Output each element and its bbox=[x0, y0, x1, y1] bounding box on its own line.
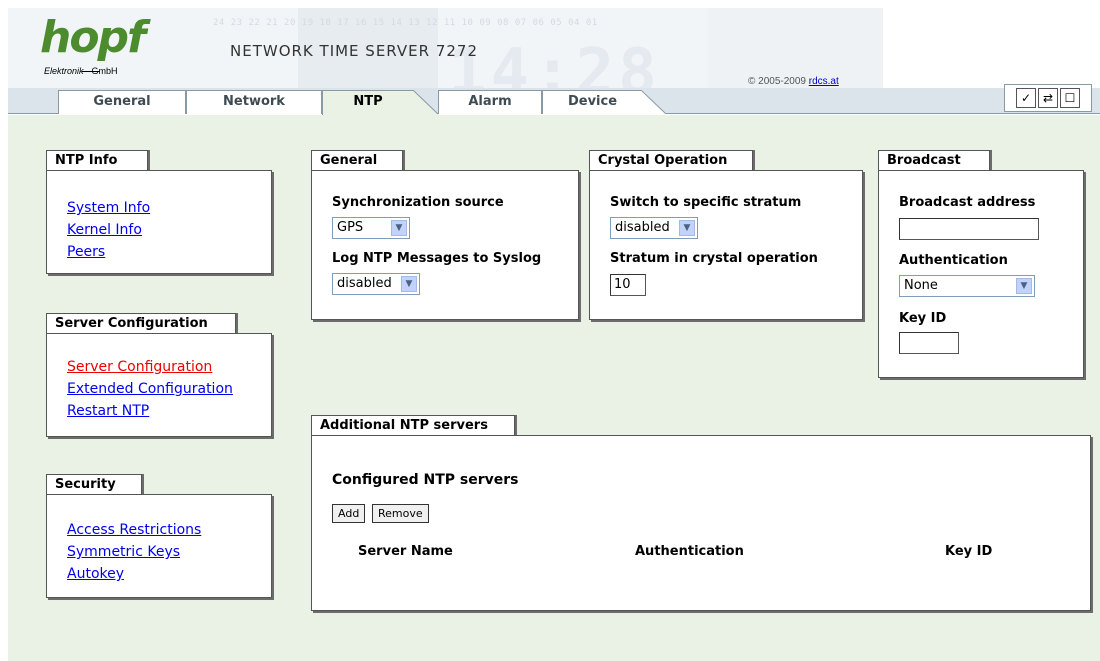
additional-panel-title: Additional NTP servers bbox=[311, 415, 515, 435]
authentication-value: None bbox=[904, 278, 938, 293]
logo-word: hopf bbox=[40, 12, 146, 63]
additional-servers-panel: Configured NTP servers Add Remove Server… bbox=[311, 435, 1091, 611]
broadcast-address-label: Broadcast address bbox=[899, 195, 1036, 210]
server-config-panel-title: Server Configuration bbox=[46, 313, 236, 333]
log-syslog-label: Log NTP Messages to Syslog bbox=[332, 251, 542, 266]
broadcast-address-input[interactable] bbox=[899, 218, 1039, 240]
link-peers[interactable]: Peers bbox=[67, 241, 271, 263]
link-autokey[interactable]: Autokey bbox=[67, 563, 271, 585]
link-access-restrictions[interactable]: Access Restrictions bbox=[67, 519, 271, 541]
ntp-info-panel-title: NTP Info bbox=[46, 150, 148, 170]
tab-network[interactable]: Network bbox=[186, 90, 322, 114]
security-panel-title: Security bbox=[46, 474, 142, 494]
switch-stratum-select[interactable]: disabled ▼ bbox=[610, 217, 698, 239]
switch-stratum-label: Switch to specific stratum bbox=[610, 195, 802, 210]
content-area: NTP Info System Info Kernel Info Peers S… bbox=[8, 115, 1100, 661]
tab-alarm[interactable]: Alarm bbox=[438, 90, 542, 114]
link-restart-ntp[interactable]: Restart NTP bbox=[67, 400, 271, 422]
key-id-label: Key ID bbox=[899, 311, 947, 326]
tab-device[interactable]: Device bbox=[542, 90, 642, 114]
crystal-panel-title: Crystal Operation bbox=[589, 150, 753, 170]
column-authentication: Authentication bbox=[635, 544, 744, 559]
configured-servers-heading: Configured NTP servers bbox=[332, 472, 519, 488]
authentication-select[interactable]: None ▼ bbox=[899, 275, 1035, 297]
server-config-panel: Server Configuration Extended Configurat… bbox=[46, 333, 272, 437]
column-key-id: Key ID bbox=[945, 544, 993, 559]
sync-source-select[interactable]: GPS ▼ bbox=[332, 217, 410, 239]
crystal-stratum-input[interactable]: 10 bbox=[610, 274, 646, 296]
ntp-info-panel: System Info Kernel Info Peers bbox=[46, 170, 272, 274]
key-id-input[interactable] bbox=[899, 332, 959, 354]
tab-ntp-label: NTP bbox=[353, 94, 383, 109]
link-symmetric-keys[interactable]: Symmetric Keys bbox=[67, 541, 271, 563]
logo-sub-right: GmbH bbox=[91, 66, 118, 76]
main-tab-bar: General Network NTP Alarm Device bbox=[8, 88, 1100, 115]
toolbar-icons: ✓ ⇄ ☐ bbox=[1004, 84, 1092, 112]
copyright: © 2005-2009 rdcs.at bbox=[748, 76, 839, 87]
chevron-down-icon: ▼ bbox=[1016, 278, 1032, 294]
switch-stratum-value: disabled bbox=[615, 220, 670, 235]
link-server-configuration[interactable]: Server Configuration bbox=[67, 356, 271, 378]
log-syslog-value: disabled bbox=[337, 276, 392, 291]
security-panel: Access Restrictions Symmetric Keys Autok… bbox=[46, 494, 272, 598]
crystal-panel: Switch to specific stratum disabled ▼ St… bbox=[589, 170, 863, 320]
logo-subtitle: Elektronik GmbH bbox=[44, 66, 118, 76]
broadcast-panel-title: Broadcast bbox=[878, 150, 990, 170]
general-panel: Synchronization source GPS ▼ Log NTP Mes… bbox=[311, 170, 579, 320]
product-title: NETWORK TIME SERVER 7272 bbox=[230, 42, 479, 60]
copyright-text: © 2005-2009 bbox=[748, 76, 806, 87]
link-kernel-info[interactable]: Kernel Info bbox=[67, 219, 271, 241]
header-bg-clock: 14:28 bbox=[448, 36, 661, 88]
chevron-down-icon: ▼ bbox=[401, 276, 417, 292]
tab-ntp-slant bbox=[413, 90, 439, 115]
sync-source-label: Synchronization source bbox=[332, 195, 504, 210]
remove-button[interactable]: Remove bbox=[372, 504, 429, 523]
sync-source-value: GPS bbox=[337, 220, 364, 235]
link-system-info[interactable]: System Info bbox=[67, 197, 271, 219]
hopf-logo: hopf Elektronik GmbH bbox=[32, 12, 172, 78]
broadcast-panel: Broadcast address Authentication None ▼ … bbox=[878, 170, 1084, 378]
logo-sub-left: Elektronik bbox=[44, 66, 84, 76]
log-syslog-select[interactable]: disabled ▼ bbox=[332, 273, 420, 295]
general-panel-title: General bbox=[311, 150, 403, 170]
tab-general[interactable]: General bbox=[58, 90, 186, 114]
crystal-stratum-label: Stratum in crystal operation bbox=[610, 251, 818, 266]
copyright-link[interactable]: rdcs.at bbox=[809, 76, 839, 87]
chevron-down-icon: ▼ bbox=[679, 220, 695, 236]
tab-ntp[interactable]: NTP bbox=[322, 90, 414, 115]
refresh-icon[interactable]: ⇄ bbox=[1038, 88, 1058, 108]
column-server-name: Server Name bbox=[358, 544, 453, 559]
check-icon[interactable]: ✓ bbox=[1016, 88, 1036, 108]
add-button[interactable]: Add bbox=[332, 504, 366, 523]
chevron-down-icon: ▼ bbox=[391, 220, 407, 236]
page-icon[interactable]: ☐ bbox=[1060, 88, 1080, 108]
tab-device-slant bbox=[641, 90, 667, 114]
authentication-label: Authentication bbox=[899, 253, 1008, 268]
link-extended-configuration[interactable]: Extended Configuration bbox=[67, 378, 271, 400]
header-bg-digits: 24 23 22 21 20 19 18 17 16 15 14 13 12 1… bbox=[213, 18, 598, 28]
